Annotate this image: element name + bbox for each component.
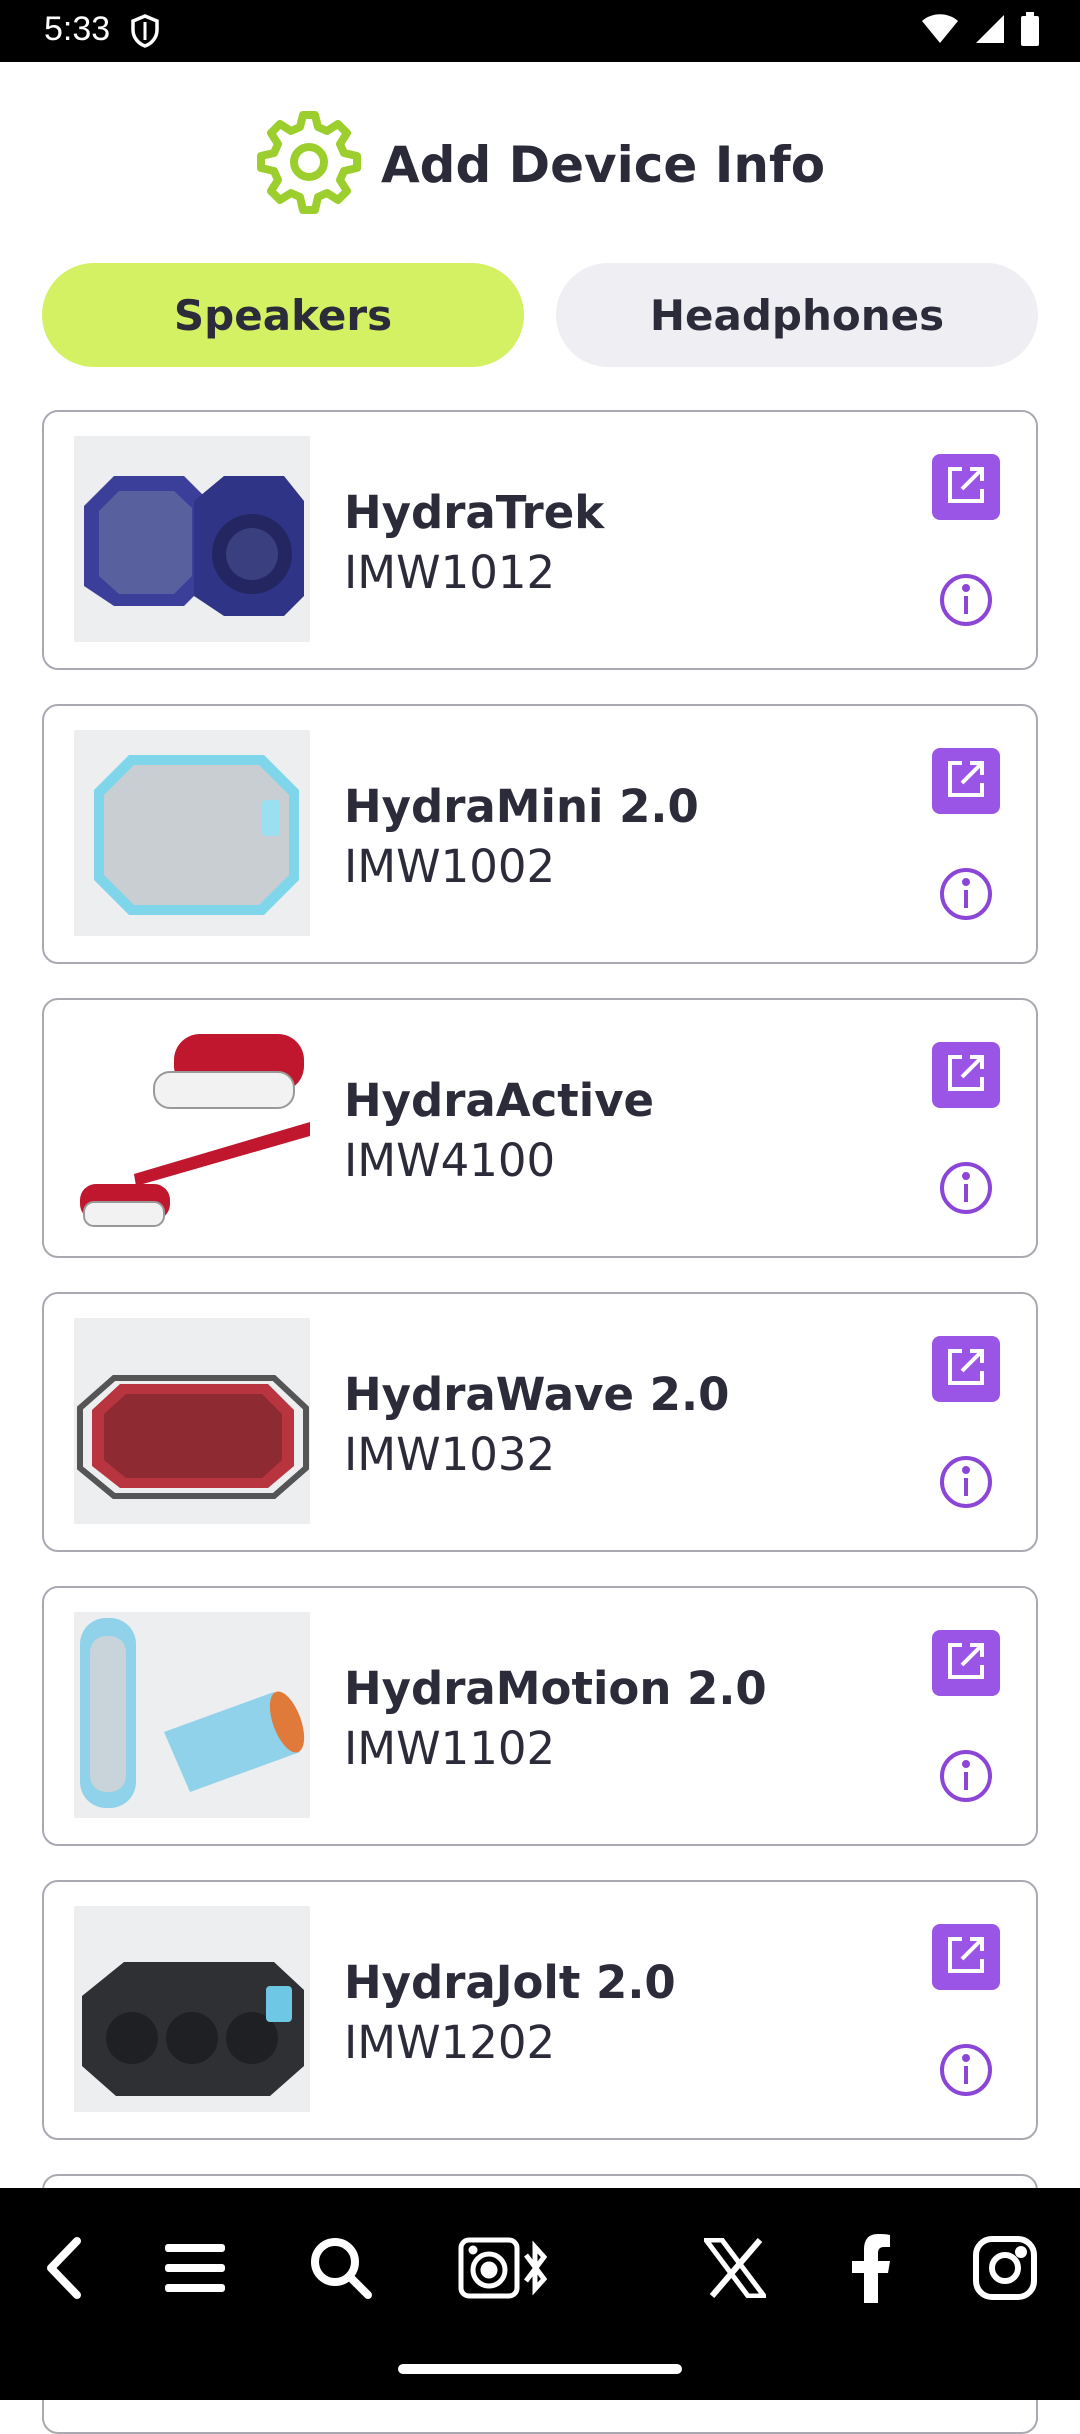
device-name: HydraMotion 2.0: [344, 1662, 767, 1715]
device-image: [74, 1906, 310, 2112]
open-device-button[interactable]: [932, 1336, 1000, 1402]
open-device-button[interactable]: [932, 1630, 1000, 1696]
info-icon: [938, 868, 994, 926]
open-device-button[interactable]: [932, 748, 1000, 814]
info-button[interactable]: [938, 2042, 994, 2098]
device-card[interactable]: HydraMotion 2.0 IMW1102: [42, 1586, 1038, 1846]
info-icon: [938, 1750, 994, 1808]
device-model: IMW1012: [344, 546, 556, 599]
device-model: IMW4100: [344, 1134, 556, 1187]
page-title: Add Device Info: [380, 136, 826, 194]
open-device-button[interactable]: [932, 1042, 1000, 1108]
device-image: [74, 436, 310, 642]
device-card[interactable]: HydraTrek IMW1012: [42, 410, 1038, 670]
facebook-icon[interactable]: [846, 2228, 896, 2308]
info-button[interactable]: [938, 1748, 994, 1804]
device-card[interactable]: HydraActive IMW4100: [42, 998, 1038, 1258]
device-card[interactable]: HydraWave 2.0 IMW1032: [42, 1292, 1038, 1552]
device-image: [74, 1318, 310, 1524]
device-model: IMW1202: [344, 2016, 556, 2069]
x-icon[interactable]: [702, 2228, 768, 2308]
device-name: HydraJolt 2.0: [344, 1956, 676, 2009]
page-header: Add Device Info: [0, 100, 1080, 230]
device-image: [74, 1024, 310, 1230]
external-link-icon: [944, 1639, 988, 1687]
status-bar: 5:33: [0, 0, 1080, 62]
shield-icon: [130, 14, 160, 52]
device-model: IMW1102: [344, 1722, 556, 1775]
signal-icon: [974, 13, 1006, 49]
instagram-icon[interactable]: [970, 2228, 1040, 2308]
speaker-bluetooth-icon[interactable]: [456, 2228, 552, 2308]
external-link-icon: [944, 1345, 988, 1393]
tab-headphones[interactable]: Headphones: [556, 263, 1038, 367]
device-image: [74, 1612, 310, 1818]
device-name: HydraActive: [344, 1074, 655, 1127]
info-icon: [938, 574, 994, 632]
open-device-button[interactable]: [932, 1924, 1000, 1990]
status-time: 5:33: [44, 10, 111, 48]
info-button[interactable]: [938, 1454, 994, 1510]
info-icon: [938, 1456, 994, 1514]
device-name: HydraWave 2.0: [344, 1368, 730, 1421]
back-icon[interactable]: [36, 2228, 92, 2308]
open-device-button[interactable]: [932, 454, 1000, 520]
info-icon: [938, 1162, 994, 1220]
external-link-icon: [944, 1051, 988, 1099]
device-name: HydraMini 2.0: [344, 780, 699, 833]
info-button[interactable]: [938, 572, 994, 628]
wifi-icon: [920, 13, 960, 49]
device-name: HydraTrek: [344, 486, 605, 539]
device-card[interactable]: HydraJolt 2.0 IMW1202: [42, 1880, 1038, 2140]
device-image: [74, 730, 310, 936]
external-link-icon: [944, 757, 988, 805]
device-model: IMW1032: [344, 1428, 556, 1481]
battery-icon: [1020, 12, 1040, 50]
info-button[interactable]: [938, 1160, 994, 1216]
home-indicator[interactable]: [398, 2364, 682, 2374]
info-icon: [938, 2044, 994, 2102]
device-model: IMW1002: [344, 840, 556, 893]
tab-speakers[interactable]: Speakers: [42, 263, 524, 367]
device-card[interactable]: HydraMini 2.0 IMW1002: [42, 704, 1038, 964]
search-icon[interactable]: [306, 2228, 376, 2308]
gear-icon: [255, 109, 363, 221]
external-link-icon: [944, 463, 988, 511]
external-link-icon: [944, 1933, 988, 1981]
category-tabs: Speakers Headphones: [42, 263, 1038, 367]
menu-icon[interactable]: [160, 2228, 230, 2308]
info-button[interactable]: [938, 866, 994, 922]
